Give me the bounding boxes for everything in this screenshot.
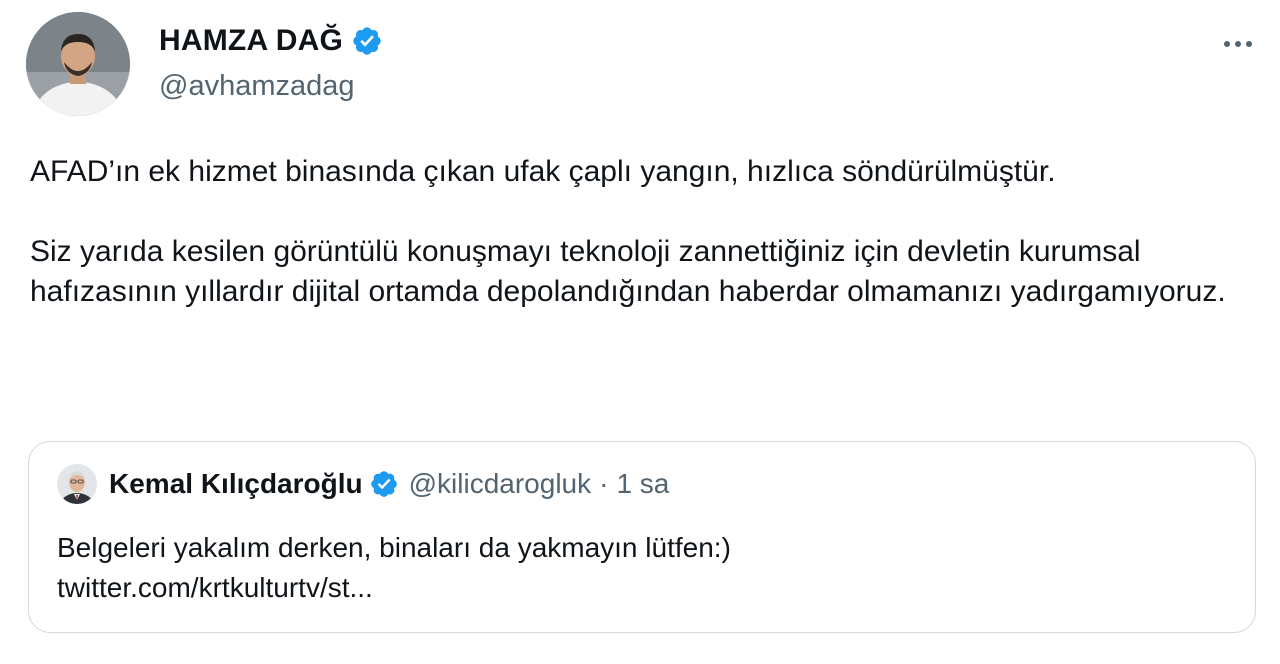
quoted-text-line-1: Belgeleri yakalım derken, binaları da ya… [57,532,731,563]
author-name-row[interactable]: HAMZA DAĞ [159,24,383,58]
quoted-link[interactable]: twitter.com/krtkulturtv/st... [57,568,731,608]
author-display-name[interactable]: HAMZA DAĞ [159,24,343,58]
tweet-paragraph-1: AFAD’ın ek hizmet binasında çıkan ufak ç… [30,155,1056,188]
author-avatar[interactable] [26,12,130,116]
tweet-text: AFAD’ın ek hizmet binasında çıkan ufak ç… [30,152,1250,312]
quoted-author-name[interactable]: Kemal Kılıçdaroğlu [109,468,363,500]
more-horizontal-icon-dot-2 [1235,41,1241,47]
dot-separator: · [599,468,609,499]
verified-badge-icon [369,469,399,499]
author-handle[interactable]: @avhamzadag [159,70,355,103]
quoted-tweet-text: Belgeleri yakalım derken, binaları da ya… [57,528,731,608]
tweet-card: HAMZA DAĞ @avhamzadag AFAD’ın ek hizmet … [0,0,1280,664]
more-options-button[interactable] [1218,28,1258,60]
quoted-tweet-header: Kemal Kılıçdaroğlu @kilicdarogluk · 1 sa [57,464,669,504]
verified-badge-icon [351,25,383,57]
more-horizontal-icon-dot-3 [1246,41,1252,47]
user-avatar-icon [57,464,97,504]
more-horizontal-icon [1224,41,1230,47]
quoted-author-avatar[interactable] [57,464,97,504]
user-avatar-icon [26,12,130,116]
quoted-author-handle[interactable]: @kilicdarogluk [409,468,592,500]
quoted-tweet[interactable]: Kemal Kılıçdaroğlu @kilicdarogluk · 1 sa… [28,441,1256,633]
quoted-timestamp[interactable]: 1 sa [616,468,669,500]
tweet-paragraph-2: Siz yarıda kesilen görüntülü konuşmayı t… [30,235,1226,308]
